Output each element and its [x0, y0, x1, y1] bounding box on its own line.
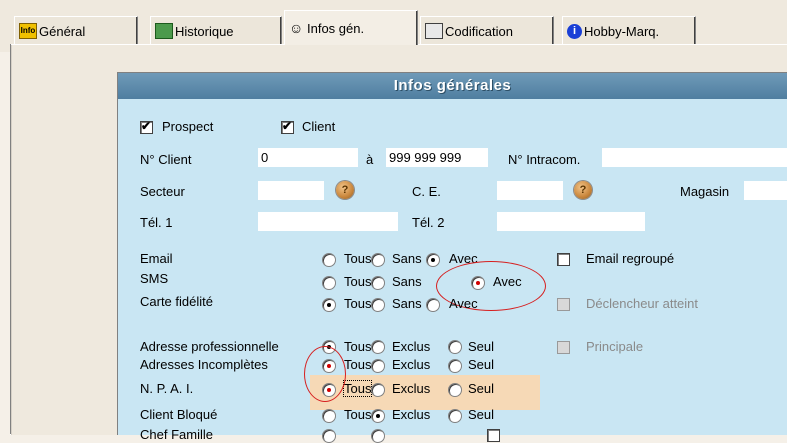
- carte-fidelite-label: Carte fidélité: [140, 294, 213, 309]
- option-label: Avec: [449, 296, 478, 311]
- separator: [134, 240, 774, 241]
- historique-icon: [155, 23, 173, 39]
- option-label: Seul: [468, 407, 495, 422]
- tab-codification[interactable]: Codification: [420, 16, 554, 45]
- option-label: Exclus: [392, 357, 431, 372]
- a-label: à: [366, 152, 374, 167]
- email-sans-radio[interactable]: [371, 253, 385, 267]
- option-label: Tous: [344, 296, 372, 311]
- option-label: Sans: [392, 251, 422, 266]
- tab-label: Général: [39, 23, 86, 39]
- tel1-input[interactable]: [258, 212, 398, 231]
- adresse-pro-label: Adresse professionnelle: [140, 339, 279, 354]
- option-label: Tous: [342, 380, 373, 397]
- client-bloque-tous-radio[interactable]: [322, 409, 336, 423]
- option-label: Tous: [344, 357, 372, 372]
- chef-famille-checkbox[interactable]: [487, 429, 500, 442]
- people-icon: ☺: [289, 20, 304, 36]
- email-regroupe-checkbox[interactable]: [557, 253, 570, 266]
- carte-avec-radio[interactable]: [426, 298, 440, 312]
- n-intracom-label: N° Intracom.: [508, 152, 581, 167]
- frame-border: [10, 44, 11, 434]
- npai-label: N. P. A. I.: [140, 381, 194, 396]
- option-label: Sans: [392, 274, 422, 289]
- chef-famille-tous-radio[interactable]: [322, 429, 336, 443]
- prospect-checkbox[interactable]: [140, 119, 153, 134]
- tab-label: Infos gén.: [307, 20, 365, 36]
- option-label: Exclus: [392, 381, 431, 396]
- option-label: Seul: [468, 339, 495, 354]
- codification-icon: [425, 23, 443, 39]
- email-tous-radio[interactable]: [322, 253, 336, 267]
- tab-general[interactable]: Info Général: [14, 16, 138, 45]
- adresses-incompletes-exclus-radio[interactable]: [371, 359, 385, 373]
- principale-checkbox: [557, 341, 570, 354]
- ce-label: C. E.: [412, 184, 441, 199]
- carte-tous-radio[interactable]: [322, 298, 336, 312]
- tab-label: Historique: [175, 23, 234, 39]
- npai-exclus-radio[interactable]: [371, 383, 385, 397]
- tel2-label: Tél. 2: [412, 215, 445, 230]
- option-label: Tous: [344, 274, 372, 289]
- declencheur-label: Déclencheur atteint: [586, 296, 699, 311]
- client-bloque-label: Client Bloqué: [140, 407, 218, 422]
- email-label: Email: [140, 251, 173, 266]
- secteur-label: Secteur: [140, 184, 185, 199]
- tab-historique[interactable]: Historique: [150, 16, 282, 45]
- tab-infos-gen[interactable]: ☺ Infos gén.: [284, 10, 418, 45]
- adresse-pro-seul-radio[interactable]: [448, 340, 462, 354]
- prospect-label: Prospect: [162, 119, 214, 134]
- sms-sans-radio[interactable]: [371, 276, 385, 290]
- sms-tous-radio[interactable]: [322, 276, 336, 290]
- ce-lookup-icon[interactable]: ?: [574, 181, 592, 199]
- option-label: Tous: [344, 339, 372, 354]
- sms-label: SMS: [140, 271, 169, 286]
- n-client-to-input[interactable]: 999 999 999: [386, 148, 488, 167]
- declencheur-checkbox: [557, 298, 570, 311]
- adresses-incompletes-label: Adresses Incomplètes: [140, 357, 268, 372]
- email-avec-radio[interactable]: [426, 253, 440, 267]
- option-label: Exclus: [392, 407, 431, 422]
- tel2-input[interactable]: [497, 212, 645, 231]
- client-label: Client: [302, 119, 336, 134]
- tel1-label: Tél. 1: [140, 215, 173, 230]
- red-annotation-circle: [304, 346, 346, 402]
- client-bloque-seul-radio[interactable]: [448, 409, 462, 423]
- n-client-from-input[interactable]: 0: [258, 148, 358, 167]
- magasin-label: Magasin: [680, 184, 730, 199]
- magasin-input[interactable]: [744, 181, 787, 200]
- email-regroupe-label: Email regroupé: [586, 251, 675, 266]
- ce-input[interactable]: [497, 181, 563, 200]
- tab-hobby-marq[interactable]: i Hobby-Marq.: [562, 16, 696, 45]
- option-label: Tous: [344, 251, 372, 266]
- n-intracom-input[interactable]: [602, 148, 787, 167]
- info-circle-icon: i: [567, 23, 582, 39]
- adresses-incompletes-seul-radio[interactable]: [448, 359, 462, 373]
- client-checkbox[interactable]: [281, 119, 294, 134]
- n-client-label: N° Client: [140, 152, 192, 167]
- chef-famille-label: Chef Famille: [140, 427, 213, 442]
- principale-label: Principale: [586, 339, 644, 354]
- carte-sans-radio[interactable]: [371, 298, 385, 312]
- info-icon: Info: [19, 23, 37, 39]
- panel-title: Infos générales: [118, 73, 787, 99]
- adresse-pro-exclus-radio[interactable]: [371, 340, 385, 354]
- option-label: Sans: [392, 296, 422, 311]
- tab-label: Hobby-Marq.: [584, 23, 660, 39]
- option-label: Exclus: [392, 339, 431, 354]
- tab-label: Codification: [445, 23, 513, 39]
- option-label: Seul: [468, 381, 495, 396]
- option-label: Tous: [344, 407, 372, 422]
- secteur-input[interactable]: [258, 181, 324, 200]
- client-bloque-exclus-radio[interactable]: [371, 409, 385, 423]
- option-label: Seul: [468, 357, 495, 372]
- npai-seul-radio[interactable]: [448, 383, 462, 397]
- chef-famille-sans-radio[interactable]: [371, 429, 385, 443]
- secteur-lookup-icon[interactable]: ?: [336, 181, 354, 199]
